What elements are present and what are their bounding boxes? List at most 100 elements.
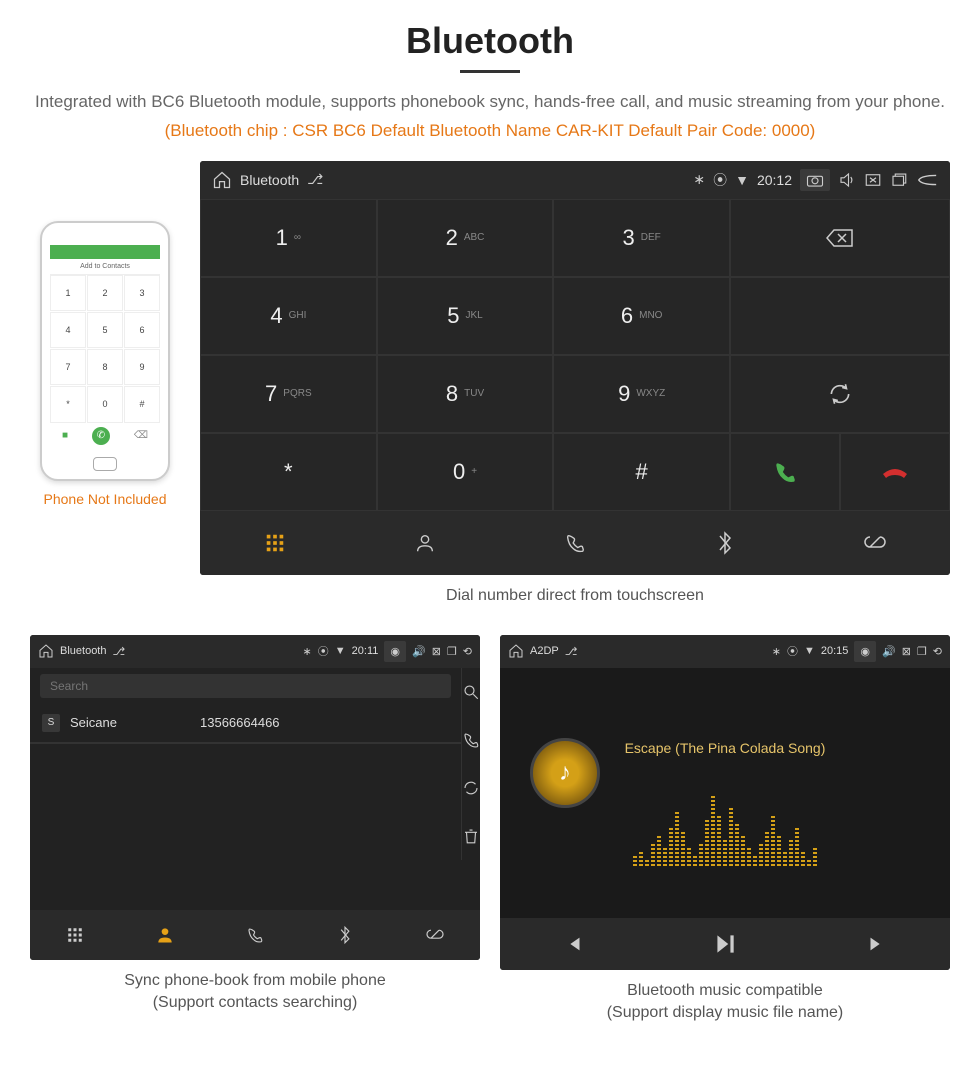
music-note-icon: ♪ [559,759,571,787]
close-window-icon[interactable]: ⊠ [902,645,911,658]
phone-key: 1 [50,275,86,311]
music-caption1: Bluetooth music compatible [500,982,950,1000]
phone-keypad: 1 2 3 4 5 6 7 8 9 * 0 # [50,275,160,423]
contact-number: 13566664466 [200,715,280,730]
dial-key-#[interactable]: # [553,433,730,511]
backspace-button[interactable] [730,199,950,277]
search-icon[interactable] [461,668,480,716]
location-icon: ⦿ [318,643,329,659]
nav-contacts[interactable] [350,511,500,575]
phone-key: * [50,386,86,422]
dial-key-*[interactable]: * [200,433,377,511]
album-art: ♪ [530,738,600,808]
recent-apps-icon[interactable]: ❐ [917,645,927,658]
eq-bar [753,856,757,866]
prev-button[interactable] [563,933,585,955]
recent-apps-icon[interactable]: ❐ [447,645,457,658]
call-icon[interactable] [461,716,480,764]
home-icon[interactable] [212,170,232,190]
nav-pairing[interactable] [800,511,950,575]
phone-mockup: Add to Contacts 1 2 3 4 5 6 7 8 9 * 0 # [40,221,170,481]
eq-bar [771,816,775,866]
pb-status-title: Bluetooth [60,645,106,657]
pb-nav-keypad[interactable] [30,910,120,960]
music-status-time: 20:15 [821,645,849,657]
home-icon[interactable] [38,643,54,659]
phone-home-button [93,457,117,471]
contact-initial: S [42,714,60,732]
recent-apps-icon[interactable] [890,171,908,189]
camera-icon[interactable]: ◉ [384,641,406,662]
pb-nav-contacts[interactable] [120,910,210,960]
volume-icon[interactable]: 🔊 [882,645,896,658]
dial-key-5[interactable]: 5JKL [377,277,554,355]
phone-key: 2 [87,275,123,311]
page-title: Bluetooth [30,20,950,62]
dial-key-0[interactable]: 0+ [377,433,554,511]
eq-bar [717,814,721,866]
eq-bar [765,830,769,866]
back-icon[interactable] [916,172,938,188]
song-title: Escape (The Pina Colada Song) [625,740,826,756]
phone-key: 7 [50,349,86,385]
phone-note: Phone Not Included [30,491,180,507]
back-icon[interactable]: ⟲ [463,645,472,658]
phone-key: 9 [124,349,160,385]
eq-bar [735,822,739,866]
back-icon[interactable]: ⟲ [933,645,942,658]
pb-nav-call-log[interactable] [210,910,300,960]
phone-key: 6 [124,312,160,348]
pb-nav-pairing[interactable] [390,910,480,960]
call-icon: ✆ [92,427,110,445]
search-input[interactable] [40,674,451,698]
next-button[interactable] [865,933,887,955]
eq-bar [789,840,793,866]
camera-icon[interactable]: ◉ [854,641,876,662]
phone-key: # [124,386,160,422]
close-window-icon[interactable]: ⊠ [432,645,441,658]
close-window-icon[interactable] [864,171,882,189]
nav-call-log[interactable] [500,511,650,575]
status-title: Bluetooth [240,172,299,188]
call-button[interactable] [730,433,840,511]
eq-bar [705,818,709,866]
dial-key-6[interactable]: 6MNO [553,277,730,355]
location-icon: ⦿ [713,170,727,190]
eq-bar [681,832,685,866]
home-icon[interactable] [508,643,524,659]
dial-key-7[interactable]: 7PQRS [200,355,377,433]
pb-caption1: Sync phone-book from mobile phone [30,972,480,990]
phone-key: 8 [87,349,123,385]
dial-key-8[interactable]: 8TUV [377,355,554,433]
volume-icon[interactable]: 🔊 [412,645,426,658]
hangup-button[interactable] [840,433,950,511]
camera-icon[interactable] [800,169,830,191]
video-icon: ■ [62,430,68,441]
contact-row[interactable]: S Seicane 13566664466 [30,704,461,744]
dialer-caption: Dial number direct from touchscreen [200,587,950,605]
dial-key-9[interactable]: 9WXYZ [553,355,730,433]
nav-bluetooth[interactable] [650,511,800,575]
sync-icon[interactable] [461,764,480,812]
location-icon: ⦿ [787,643,798,659]
music-caption2: (Support display music file name) [500,1004,950,1022]
dial-key-4[interactable]: 4GHI [200,277,377,355]
dial-key-1[interactable]: 1∞ [200,199,377,277]
play-pause-button[interactable] [712,931,738,957]
dial-key-3[interactable]: 3DEF [553,199,730,277]
delete-icon[interactable] [461,812,480,860]
eq-bar [777,836,781,866]
wifi-icon: ▼ [335,645,346,657]
eq-bar [651,844,655,866]
pb-nav-bluetooth[interactable] [300,910,390,960]
contact-name: Seicane [70,715,190,730]
nav-keypad[interactable] [200,511,350,575]
dial-key-2[interactable]: 2ABC [377,199,554,277]
sync-button[interactable] [730,355,950,433]
eq-bar [747,848,751,866]
phone-key: 0 [87,386,123,422]
music-screen: A2DP ⎇ ∗ ⦿ ▼ 20:15 ◉ 🔊 ⊠ ❐ ⟲ ♪ [500,635,950,970]
eq-bar [801,852,805,866]
eq-bar [783,850,787,866]
volume-icon[interactable] [838,171,856,189]
